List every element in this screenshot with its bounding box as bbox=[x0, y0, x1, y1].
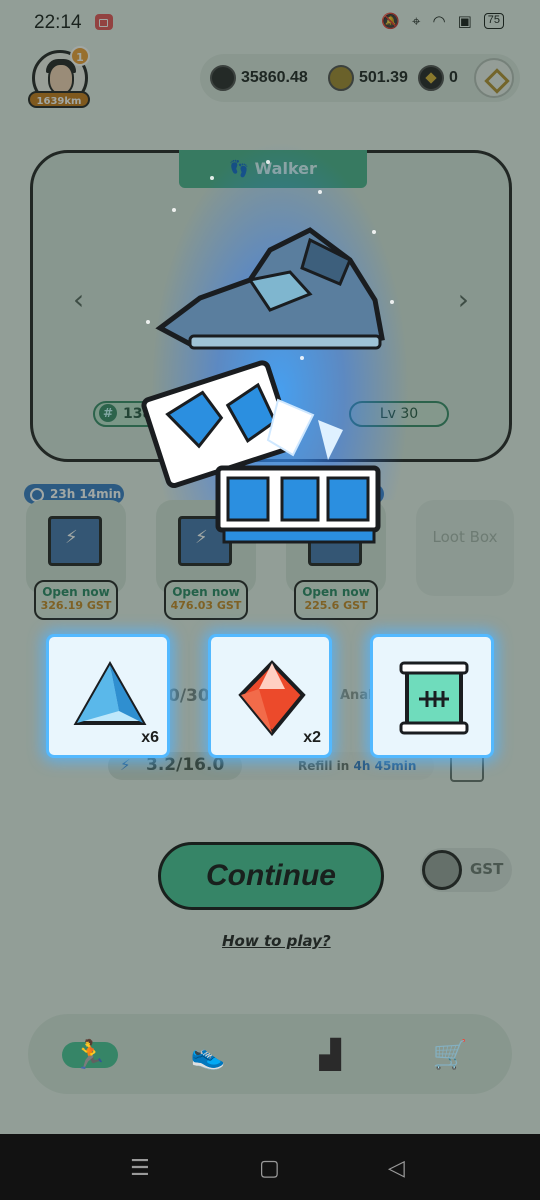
podium-icon: ▟ bbox=[319, 1037, 341, 1071]
sneaker-icon: 👟 bbox=[190, 1037, 226, 1071]
recent-apps-icon[interactable]: ☰ bbox=[130, 1156, 150, 1181]
open-chest-icon bbox=[141, 360, 381, 544]
reward-card-scroll[interactable] bbox=[370, 634, 494, 758]
sparkle bbox=[172, 208, 176, 212]
back-icon[interactable]: ◁ bbox=[388, 1156, 405, 1181]
running-icon: 🏃 bbox=[72, 1037, 108, 1071]
blue-gem-icon bbox=[73, 660, 147, 725]
screen: 22:14 🔕 ⌖ ◠ ▣ 75 1 1639km 35860.48 501.3… bbox=[0, 0, 540, 1200]
sparkle bbox=[266, 160, 270, 164]
red-gem-icon bbox=[238, 660, 306, 737]
cart-icon: 🛒 bbox=[432, 1037, 468, 1071]
sneaker-icon bbox=[155, 227, 385, 350]
reward-count: x2 bbox=[303, 729, 321, 746]
scroll-icon bbox=[399, 661, 469, 735]
system-navigation-bar: ☰ ▢ ◁ bbox=[0, 1134, 540, 1200]
sparkle bbox=[390, 300, 394, 304]
reward-count: x6 bbox=[141, 729, 159, 746]
reward-card-red-gem[interactable]: x2 bbox=[208, 634, 332, 758]
home-icon[interactable]: ▢ bbox=[259, 1156, 280, 1181]
sparkle bbox=[318, 190, 322, 194]
reward-card-blue-gem[interactable]: x6 bbox=[46, 634, 170, 758]
sparkle bbox=[210, 176, 214, 180]
